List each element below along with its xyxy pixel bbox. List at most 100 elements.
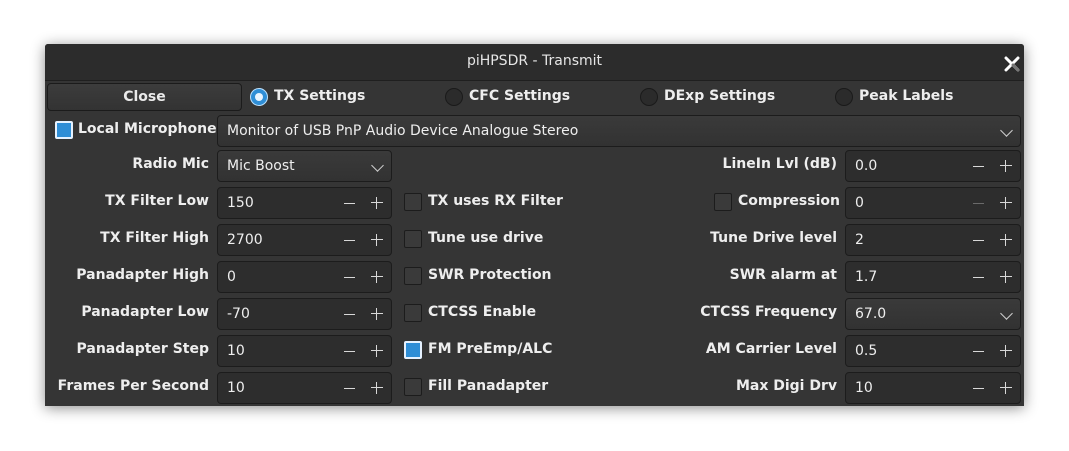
panadapter-low-label: Panadapter Low xyxy=(81,304,209,320)
plus-icon[interactable] xyxy=(371,271,383,283)
frames-per-second-label: Frames Per Second xyxy=(57,378,209,394)
tune-use-drive-label: Tune use drive xyxy=(428,230,544,246)
minus-icon[interactable] xyxy=(973,351,984,352)
plus-icon[interactable] xyxy=(371,382,383,394)
ctcss-enable-label: CTCSS Enable xyxy=(428,304,537,320)
plus-icon[interactable] xyxy=(371,234,383,246)
swr-protection-checkbox[interactable] xyxy=(404,267,422,285)
tune-use-drive-checkbox[interactable] xyxy=(404,230,422,248)
minus-icon[interactable] xyxy=(344,203,355,204)
close-button[interactable]: Close xyxy=(47,83,242,111)
radio-tx-settings[interactable] xyxy=(250,88,268,106)
tab-label: Peak Labels xyxy=(859,88,954,104)
linein-level-value: 0.0 xyxy=(855,158,878,174)
panadapter-low-spinner[interactable]: -70 xyxy=(217,298,392,330)
plus-icon[interactable] xyxy=(1000,160,1012,172)
swr-alarm-spinner[interactable]: 1.7 xyxy=(845,261,1021,293)
compression-spinner[interactable]: 0 xyxy=(845,187,1021,219)
tx-filter-high-label: TX Filter High xyxy=(100,230,209,246)
compression-checkbox[interactable] xyxy=(714,193,732,211)
tx-filter-high-value: 2700 xyxy=(227,232,263,248)
tx-uses-rx-filter-checkbox[interactable] xyxy=(404,193,422,211)
panadapter-step-label: Panadapter Step xyxy=(76,341,210,357)
transmit-window: piHPSDR - Transmit Close TX Settings CFC… xyxy=(45,44,1024,406)
ctcss-frequency-value: 67.0 xyxy=(855,306,887,322)
swr-alarm-value: 1.7 xyxy=(855,269,878,285)
panadapter-high-label: Panadapter High xyxy=(76,267,209,283)
am-carrier-level-value: 0.5 xyxy=(855,343,878,359)
panadapter-step-spinner[interactable]: 10 xyxy=(217,335,392,367)
chevron-down-icon xyxy=(1000,124,1013,137)
compression-label: Compression xyxy=(738,193,840,209)
radio-cfc-settings[interactable] xyxy=(445,88,463,106)
tab-peak-labels[interactable]: Peak Labels xyxy=(835,88,1005,108)
swr-protection-label: SWR Protection xyxy=(428,267,552,283)
radio-mic-select[interactable]: Mic Boost xyxy=(217,150,392,182)
plus-icon[interactable] xyxy=(1000,197,1012,209)
ctcss-enable-checkbox[interactable] xyxy=(404,304,422,322)
ctcss-frequency-label: CTCSS Frequency xyxy=(700,304,837,320)
fm-preemp-alc-label: FM PreEmp/ALC xyxy=(428,341,553,357)
tune-drive-level-label: Tune Drive level xyxy=(710,230,837,246)
am-carrier-level-label: AM Carrier Level xyxy=(705,341,837,357)
radio-mic-label: Radio Mic xyxy=(132,156,209,172)
frames-per-second-value: 10 xyxy=(227,380,245,396)
minus-icon[interactable] xyxy=(973,277,984,278)
plus-icon[interactable] xyxy=(1000,382,1012,394)
minus-icon[interactable] xyxy=(973,203,984,204)
local-microphone-checkbox[interactable] xyxy=(55,121,73,139)
fill-panadapter-checkbox[interactable] xyxy=(404,378,422,396)
tune-drive-level-spinner[interactable]: 2 xyxy=(845,224,1021,256)
radio-dexp-settings[interactable] xyxy=(640,88,658,106)
minus-icon[interactable] xyxy=(973,388,984,389)
panadapter-step-value: 10 xyxy=(227,343,245,359)
tab-tx-settings[interactable]: TX Settings xyxy=(250,88,420,108)
minus-icon[interactable] xyxy=(973,240,984,241)
close-icon[interactable] xyxy=(1003,55,1021,73)
max-digi-drive-spinner[interactable]: 10 xyxy=(845,372,1021,404)
tx-filter-low-spinner[interactable]: 150 xyxy=(217,187,392,219)
am-carrier-level-spinner[interactable]: 0.5 xyxy=(845,335,1021,367)
minus-icon[interactable] xyxy=(344,351,355,352)
tx-uses-rx-filter-label: TX uses RX Filter xyxy=(428,193,563,209)
plus-icon[interactable] xyxy=(371,345,383,357)
frames-per-second-spinner[interactable]: 10 xyxy=(217,372,392,404)
window-title: piHPSDR - Transmit xyxy=(466,53,603,69)
audio-device-value: Monitor of USB PnP Audio Device Analogue… xyxy=(227,123,579,139)
tab-label: DExp Settings xyxy=(664,88,776,104)
max-digi-drive-label: Max Digi Drv xyxy=(735,378,837,394)
minus-icon[interactable] xyxy=(344,277,355,278)
plus-icon[interactable] xyxy=(371,308,383,320)
linein-level-spinner[interactable]: 0.0 xyxy=(845,150,1021,182)
swr-alarm-label: SWR alarm at xyxy=(729,267,837,283)
chevron-down-icon xyxy=(1000,307,1013,320)
radio-mic-value: Mic Boost xyxy=(227,158,295,174)
minus-icon[interactable] xyxy=(973,166,984,167)
audio-device-select[interactable]: Monitor of USB PnP Audio Device Analogue… xyxy=(217,115,1021,147)
linein-level-label: LineIn Lvl (dB) xyxy=(722,156,837,172)
tab-label: TX Settings xyxy=(274,88,366,104)
title-bar[interactable]: piHPSDR - Transmit xyxy=(45,44,1024,81)
plus-icon[interactable] xyxy=(1000,271,1012,283)
tx-filter-low-label: TX Filter Low xyxy=(105,193,209,209)
minus-icon[interactable] xyxy=(344,240,355,241)
tx-filter-high-spinner[interactable]: 2700 xyxy=(217,224,392,256)
plus-icon[interactable] xyxy=(1000,234,1012,246)
panadapter-high-value: 0 xyxy=(227,269,236,285)
plus-icon[interactable] xyxy=(1000,345,1012,357)
fm-preemp-alc-checkbox[interactable] xyxy=(404,341,422,359)
minus-icon[interactable] xyxy=(344,314,355,315)
plus-icon[interactable] xyxy=(371,197,383,209)
panadapter-high-spinner[interactable]: 0 xyxy=(217,261,392,293)
tab-dexp-settings[interactable]: DExp Settings xyxy=(640,88,810,108)
ctcss-frequency-select[interactable]: 67.0 xyxy=(845,298,1021,330)
minus-icon[interactable] xyxy=(344,388,355,389)
tab-cfc-settings[interactable]: CFC Settings xyxy=(445,88,615,108)
local-microphone-label: Local Microphone xyxy=(78,121,217,137)
tune-drive-level-value: 2 xyxy=(855,232,864,248)
chevron-down-icon xyxy=(371,159,384,172)
compression-value: 0 xyxy=(855,195,864,211)
radio-peak-labels[interactable] xyxy=(835,88,853,106)
tx-filter-low-value: 150 xyxy=(227,195,254,211)
max-digi-drive-value: 10 xyxy=(855,380,873,396)
